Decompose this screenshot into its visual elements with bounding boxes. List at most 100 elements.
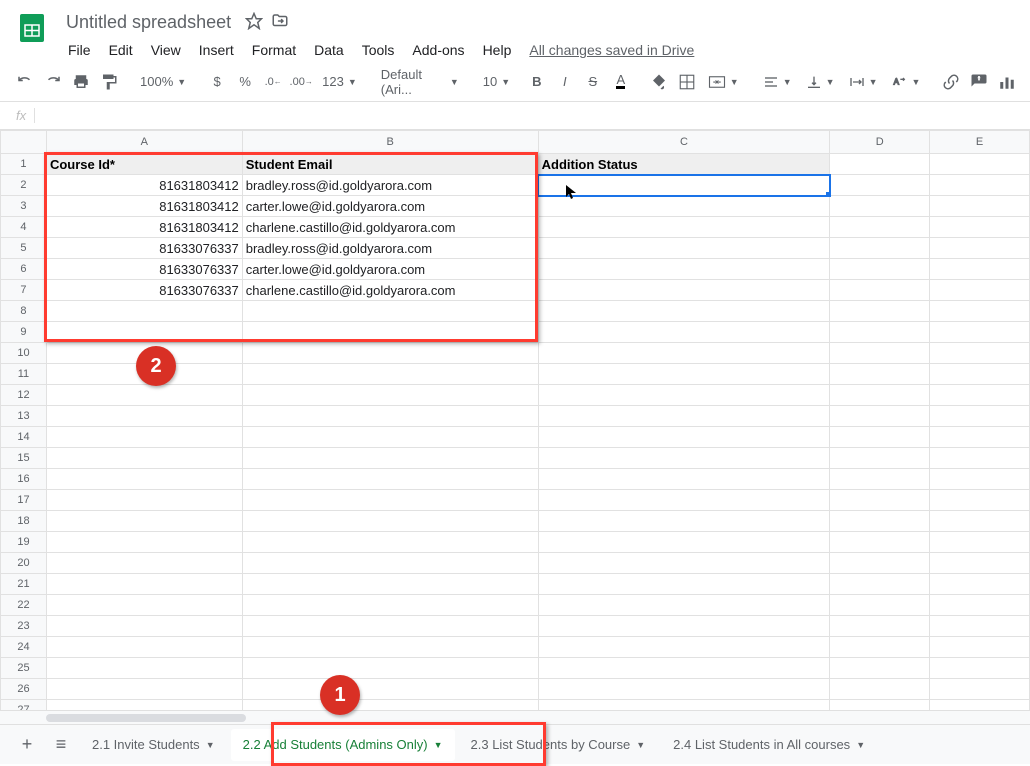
cell[interactable] xyxy=(46,532,242,553)
strike-button[interactable]: S xyxy=(580,69,606,95)
cell[interactable] xyxy=(46,490,242,511)
menu-tools[interactable]: Tools xyxy=(354,38,403,62)
cell[interactable] xyxy=(538,616,830,637)
row-header[interactable]: 8 xyxy=(1,301,47,322)
cell[interactable] xyxy=(830,343,930,364)
cell[interactable] xyxy=(538,301,830,322)
cell[interactable]: bradley.ross@id.goldyarora.com xyxy=(242,175,538,196)
cell[interactable]: 81631803412 xyxy=(46,217,242,238)
cell[interactable] xyxy=(46,385,242,406)
cell[interactable] xyxy=(538,553,830,574)
horizontal-scrollbar[interactable] xyxy=(0,710,1030,724)
cell[interactable] xyxy=(830,406,930,427)
cell[interactable] xyxy=(830,637,930,658)
col-header-A[interactable]: A xyxy=(46,131,242,154)
cell[interactable] xyxy=(830,532,930,553)
cell[interactable] xyxy=(830,280,930,301)
row-header[interactable]: 14 xyxy=(1,427,47,448)
cell[interactable] xyxy=(830,469,930,490)
cell[interactable] xyxy=(538,364,830,385)
row-header[interactable]: 1 xyxy=(1,154,47,175)
cell[interactable]: 81633076337 xyxy=(46,280,242,301)
cell[interactable] xyxy=(538,427,830,448)
row-header[interactable]: 19 xyxy=(1,532,47,553)
row-header[interactable]: 11 xyxy=(1,364,47,385)
cell[interactable] xyxy=(930,616,1030,637)
cell[interactable] xyxy=(830,553,930,574)
cell[interactable] xyxy=(930,574,1030,595)
row-header[interactable]: 15 xyxy=(1,448,47,469)
row-header[interactable]: 23 xyxy=(1,616,47,637)
doc-title[interactable]: Untitled spreadsheet xyxy=(60,10,237,35)
cell[interactable] xyxy=(242,700,538,711)
col-header-E[interactable]: E xyxy=(930,131,1030,154)
cell[interactable] xyxy=(830,175,930,196)
cell[interactable]: Course Id* xyxy=(46,154,242,175)
formula-input[interactable] xyxy=(43,108,1022,123)
menu-format[interactable]: Format xyxy=(244,38,304,62)
cell[interactable] xyxy=(242,301,538,322)
cell[interactable]: Addition Status xyxy=(538,154,830,175)
cell[interactable] xyxy=(930,385,1030,406)
cell[interactable] xyxy=(830,385,930,406)
row-header[interactable]: 17 xyxy=(1,490,47,511)
cell[interactable]: charlene.castillo@id.goldyarora.com xyxy=(242,280,538,301)
cell[interactable] xyxy=(538,532,830,553)
row-header[interactable]: 7 xyxy=(1,280,47,301)
row-header[interactable]: 13 xyxy=(1,406,47,427)
cell[interactable] xyxy=(242,469,538,490)
cell[interactable] xyxy=(46,658,242,679)
row-header[interactable]: 18 xyxy=(1,511,47,532)
halign-dropdown[interactable]: ▼ xyxy=(757,69,798,95)
cell[interactable] xyxy=(830,616,930,637)
cell[interactable] xyxy=(242,511,538,532)
all-sheets-button[interactable]: ≡ xyxy=(46,730,76,760)
cell[interactable] xyxy=(930,301,1030,322)
cell[interactable] xyxy=(930,259,1030,280)
cell[interactable] xyxy=(242,406,538,427)
cell[interactable] xyxy=(930,280,1030,301)
cell[interactable] xyxy=(930,469,1030,490)
cell[interactable]: charlene.castillo@id.goldyarora.com xyxy=(242,217,538,238)
sheets-logo[interactable] xyxy=(12,8,52,48)
cell[interactable] xyxy=(538,490,830,511)
cell[interactable] xyxy=(242,679,538,700)
menu-addons[interactable]: Add-ons xyxy=(404,38,472,62)
cell[interactable]: Student Email xyxy=(242,154,538,175)
cell[interactable] xyxy=(46,574,242,595)
cell[interactable]: carter.lowe@id.goldyarora.com xyxy=(242,259,538,280)
valign-dropdown[interactable]: ▼ xyxy=(800,69,841,95)
cell-active[interactable] xyxy=(538,175,830,196)
row-header[interactable]: 6 xyxy=(1,259,47,280)
cell[interactable] xyxy=(242,637,538,658)
merge-dropdown[interactable]: ▼ xyxy=(702,69,745,95)
cell[interactable] xyxy=(242,343,538,364)
cell[interactable] xyxy=(46,700,242,711)
cell[interactable] xyxy=(46,469,242,490)
cell[interactable] xyxy=(538,574,830,595)
percent-button[interactable]: % xyxy=(232,69,258,95)
cell[interactable] xyxy=(46,616,242,637)
cell[interactable] xyxy=(46,427,242,448)
decrease-decimal-button[interactable]: .0← xyxy=(260,69,286,95)
cell[interactable] xyxy=(538,280,830,301)
cell[interactable] xyxy=(46,595,242,616)
cell[interactable] xyxy=(242,616,538,637)
cell[interactable] xyxy=(830,490,930,511)
cell[interactable] xyxy=(538,448,830,469)
cell[interactable] xyxy=(930,364,1030,385)
cell[interactable]: bradley.ross@id.goldyarora.com xyxy=(242,238,538,259)
sheet-tab-active[interactable]: 2.2 Add Students (Admins Only)▼ xyxy=(231,729,455,761)
cell[interactable] xyxy=(930,406,1030,427)
cell[interactable] xyxy=(930,427,1030,448)
cell[interactable] xyxy=(830,154,930,175)
cell[interactable]: 81633076337 xyxy=(46,238,242,259)
insert-comment-button[interactable] xyxy=(966,69,992,95)
cell[interactable] xyxy=(538,595,830,616)
col-header-B[interactable]: B xyxy=(242,131,538,154)
cell[interactable] xyxy=(930,238,1030,259)
italic-button[interactable]: I xyxy=(552,69,578,95)
wrap-dropdown[interactable]: ▼ xyxy=(843,69,884,95)
cell[interactable] xyxy=(538,637,830,658)
cell[interactable] xyxy=(930,511,1030,532)
